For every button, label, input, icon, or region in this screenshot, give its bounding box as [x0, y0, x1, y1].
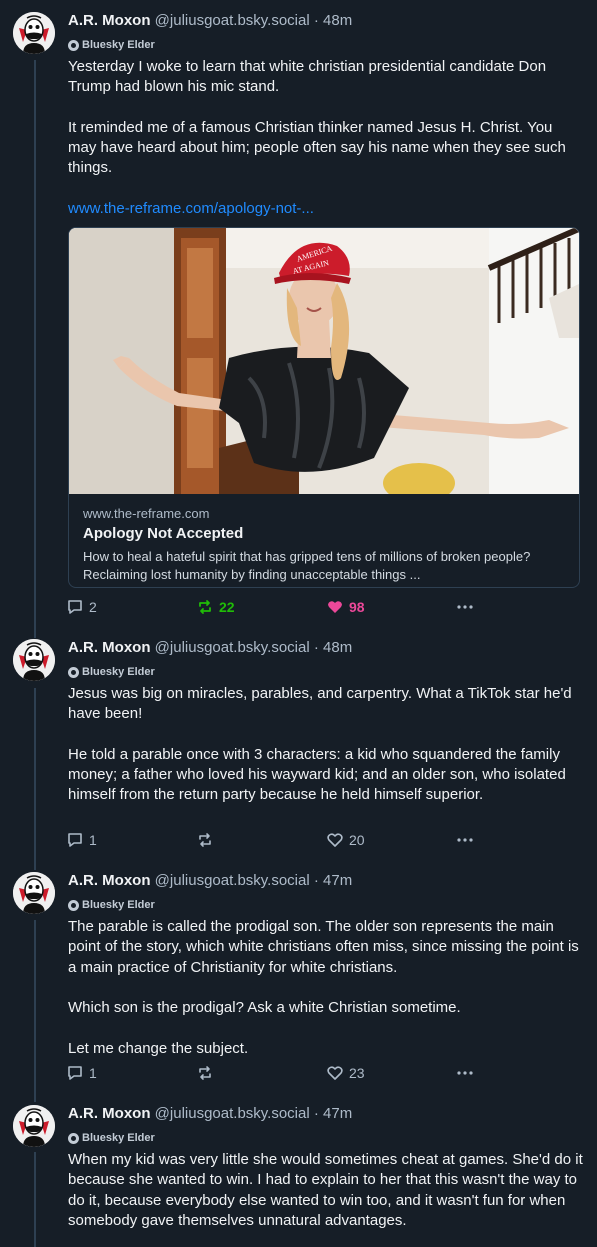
paragraph: The parable is called the prodigal son. …: [68, 918, 579, 976]
post-header: A.R. Moxon @juliusgoat.bsky.social · 47m: [68, 1105, 352, 1122]
post-3[interactable]: A.R. Moxon @juliusgoat.bsky.social · 47m…: [0, 860, 597, 1093]
repost-button[interactable]: [196, 830, 214, 850]
reply-count: 1: [89, 832, 97, 848]
post-actions: 2 22 98: [66, 597, 486, 617]
separator: ·: [309, 639, 324, 656]
speech-bubble-icon: [68, 600, 82, 614]
bluesky-elder-badge-icon: [68, 899, 79, 911]
card-title: Apology Not Accepted: [83, 525, 244, 542]
ellipsis-icon: [457, 838, 473, 842]
author-handle[interactable]: @juliusgoat.bsky.social: [155, 1105, 310, 1122]
post-header: A.R. Moxon @juliusgoat.bsky.social · 47m: [68, 872, 352, 889]
ellipsis-icon: [457, 1071, 473, 1075]
post-text: When my kid was very little she would so…: [68, 1150, 583, 1231]
repost-arrows-icon: [199, 1066, 211, 1080]
avatar[interactable]: [13, 1105, 55, 1147]
author-name[interactable]: A.R. Moxon: [68, 12, 151, 29]
avatar[interactable]: [13, 872, 55, 914]
like-button[interactable]: 20: [326, 830, 365, 850]
heart-icon: [328, 601, 342, 613]
more-options-button[interactable]: [456, 1063, 474, 1083]
post-time[interactable]: 47m: [323, 1105, 352, 1122]
badge-label: Bluesky Elder: [82, 39, 155, 51]
like-button[interactable]: 23: [326, 1063, 365, 1083]
post-link[interactable]: www.the-reframe.com/apology-not-...: [68, 199, 583, 219]
more-options-button[interactable]: [456, 597, 474, 617]
post-text: The parable is called the prodigal son. …: [68, 917, 583, 1059]
separator: ·: [309, 1105, 324, 1122]
repost-button[interactable]: 22: [196, 597, 235, 617]
post-time[interactable]: 48m: [323, 639, 352, 656]
paragraph: Let me change the subject.: [68, 1039, 249, 1057]
post-2[interactable]: A.R. Moxon @juliusgoat.bsky.social · 48m…: [0, 627, 597, 860]
card-image: AMERICA AT AGAIN: [69, 228, 579, 494]
heart-icon: [327, 1066, 343, 1080]
like-count: 23: [349, 1065, 365, 1081]
paragraph: Yesterday I woke to learn that white chr…: [68, 58, 547, 96]
author-name[interactable]: A.R. Moxon: [68, 1105, 151, 1122]
post-text: Yesterday I woke to learn that white chr…: [68, 57, 583, 219]
post-4[interactable]: A.R. Moxon @juliusgoat.bsky.social · 47m…: [0, 1093, 597, 1247]
author-name[interactable]: A.R. Moxon: [68, 639, 151, 656]
heart-icon: [327, 833, 343, 847]
badge-label: Bluesky Elder: [82, 899, 155, 911]
card-description: How to heal a hateful spirit that has gr…: [83, 549, 531, 582]
post-1[interactable]: A.R. Moxon @juliusgoat.bsky.social · 48m…: [0, 0, 597, 630]
separator: ·: [309, 872, 324, 889]
post-actions: 1 20: [66, 830, 486, 850]
like-button[interactable]: 98: [326, 597, 365, 617]
card-body: www.the-reframe.com Apology Not Accepted…: [69, 494, 579, 584]
repost-arrows-icon: [199, 833, 211, 847]
bluesky-elder-badge-icon: [68, 1132, 79, 1144]
reply-button[interactable]: 2: [66, 597, 97, 617]
speech-bubble-icon: [68, 833, 82, 847]
bluesky-elder-badge-icon: [68, 39, 79, 51]
reply-count: 2: [89, 599, 97, 615]
card-domain: www.the-reframe.com: [83, 506, 210, 521]
repost-arrows-icon: [199, 600, 211, 614]
paragraph: When my kid was very little she would so…: [68, 1151, 583, 1229]
more-options-button[interactable]: [456, 830, 474, 850]
post-text: Jesus was big on miracles, parables, and…: [68, 684, 583, 806]
bluesky-elder-badge-icon: [68, 666, 79, 678]
elder-badge: Bluesky Elder: [68, 899, 155, 911]
like-count: 20: [349, 832, 365, 848]
author-name[interactable]: A.R. Moxon: [68, 872, 151, 889]
author-handle[interactable]: @juliusgoat.bsky.social: [155, 639, 310, 656]
avatar[interactable]: [13, 639, 55, 681]
elder-badge: Bluesky Elder: [68, 1132, 155, 1144]
author-handle[interactable]: @juliusgoat.bsky.social: [155, 12, 310, 29]
badge-label: Bluesky Elder: [82, 1132, 155, 1144]
post-time[interactable]: 48m: [323, 12, 352, 29]
avatar[interactable]: [13, 12, 55, 54]
paragraph: Jesus was big on miracles, parables, and…: [68, 685, 572, 723]
post-header: A.R. Moxon @juliusgoat.bsky.social · 48m: [68, 12, 352, 29]
separator: ·: [309, 12, 324, 29]
reply-count: 1: [89, 1065, 97, 1081]
post-header: A.R. Moxon @juliusgoat.bsky.social · 48m: [68, 639, 352, 656]
badge-label: Bluesky Elder: [82, 666, 155, 678]
ellipsis-icon: [457, 605, 473, 609]
elder-badge: Bluesky Elder: [68, 39, 155, 51]
repost-button[interactable]: [196, 1063, 214, 1083]
post-time[interactable]: 47m: [323, 872, 352, 889]
elder-badge: Bluesky Elder: [68, 666, 155, 678]
reply-button[interactable]: 1: [66, 1063, 97, 1083]
reply-button[interactable]: 1: [66, 830, 97, 850]
repost-count: 22: [219, 599, 235, 615]
author-handle[interactable]: @juliusgoat.bsky.social: [155, 872, 310, 889]
link-preview-card[interactable]: AMERICA AT AGAIN www.the-reframe.com Apo…: [68, 227, 580, 588]
paragraph: Which son is the prodigal? Ask a white C…: [68, 999, 461, 1017]
like-count: 98: [349, 599, 365, 615]
paragraph: It reminded me of a famous Christian thi…: [68, 118, 566, 177]
post-actions: 1 23: [66, 1063, 486, 1083]
speech-bubble-icon: [68, 1066, 82, 1080]
paragraph: He told a parable once with 3 characters…: [68, 745, 566, 804]
